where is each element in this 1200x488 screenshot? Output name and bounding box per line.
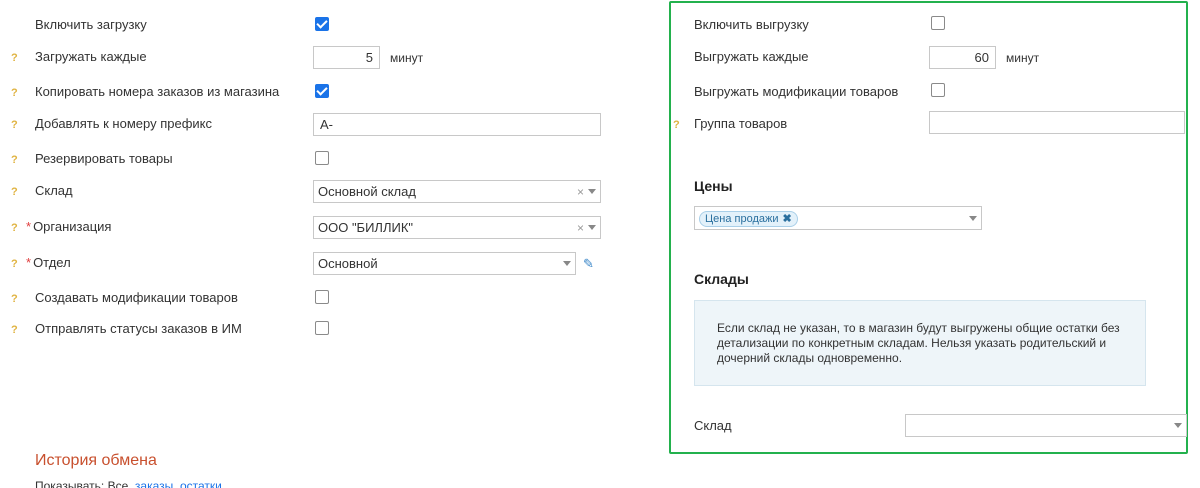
prefix-input[interactable]: А- — [313, 113, 601, 136]
copy-order-numbers-checkbox[interactable] — [315, 84, 329, 98]
chevron-down-icon[interactable] — [588, 225, 596, 230]
chevron-down-icon[interactable] — [563, 261, 571, 266]
create-mods-checkbox[interactable] — [315, 290, 329, 304]
create-mods-label: Создавать модификации товаров — [35, 290, 238, 305]
help-icon[interactable]: ? — [11, 324, 18, 336]
warehouses-info: Если склад не указан, то в магазин будут… — [694, 300, 1146, 386]
export-every-label: Выгружать каждые — [694, 49, 809, 64]
warehouses-title: Склады — [694, 271, 749, 287]
import-enable-label: Включить загрузку — [35, 17, 147, 32]
import-every-input[interactable]: 5 — [313, 46, 380, 69]
warehouse-select[interactable]: Основной склад × — [313, 180, 601, 203]
export-warehouse-label: Склад — [694, 418, 732, 433]
export-mods-checkbox[interactable] — [931, 83, 945, 97]
prices-select[interactable]: Цена продажи ✖ — [694, 206, 982, 230]
help-icon[interactable]: ? — [11, 222, 18, 234]
department-select-value: Основной — [318, 256, 378, 271]
export-every-unit: минут — [1006, 51, 1040, 65]
page: Включить загрузку ? Загружать каждые 5 м… — [0, 0, 1200, 488]
help-icon[interactable]: ? — [11, 186, 18, 198]
help-icon[interactable]: ? — [11, 154, 18, 166]
price-tag: Цена продажи ✖ — [699, 210, 798, 227]
organization-label: * Организация — [26, 219, 112, 234]
chevron-down-icon[interactable] — [588, 189, 596, 194]
chevron-down-icon[interactable] — [969, 215, 977, 221]
export-enable-checkbox[interactable] — [931, 16, 945, 30]
prices-select-tags: Цена продажи ✖ — [699, 210, 969, 227]
organization-select[interactable]: ООО "БИЛЛИК" × — [313, 216, 601, 239]
send-statuses-label: Отправлять статусы заказов в ИМ — [35, 321, 242, 336]
price-tag-label: Цена продажи — [705, 212, 779, 225]
clear-icon[interactable]: × — [577, 221, 584, 235]
prices-title: Цены — [694, 178, 733, 194]
chevron-down-icon[interactable] — [1174, 423, 1182, 428]
help-icon[interactable]: ? — [673, 119, 680, 131]
help-icon[interactable]: ? — [11, 258, 18, 270]
history-title: История обмена — [35, 452, 157, 469]
copy-order-numbers-label: Копировать номера заказов из магазина — [35, 84, 280, 99]
help-icon[interactable]: ? — [11, 87, 18, 99]
prefix-label: Добавлять к номеру префикс — [35, 116, 212, 131]
export-warehouse-select[interactable] — [905, 414, 1187, 437]
help-icon[interactable]: ? — [11, 293, 18, 305]
history-stock-link[interactable]: остатки — [180, 479, 222, 488]
remove-tag-icon[interactable]: ✖ — [783, 212, 792, 225]
reserve-goods-label: Резервировать товары — [35, 151, 173, 166]
clear-icon[interactable]: × — [577, 185, 584, 199]
organization-select-value: ООО "БИЛЛИК" — [318, 220, 414, 235]
history-all-link[interactable]: Все — [108, 479, 129, 488]
history-filter: Показывать: Все, заказы, остатки — [35, 479, 222, 488]
product-group-input[interactable] — [929, 111, 1185, 134]
required-mark: * — [26, 219, 32, 234]
product-group-label: Группа товаров — [694, 116, 788, 131]
export-every-input[interactable]: 60 — [929, 46, 996, 69]
help-icon[interactable]: ? — [11, 52, 18, 64]
reserve-goods-checkbox[interactable] — [315, 151, 329, 165]
send-statuses-checkbox[interactable] — [315, 321, 329, 335]
import-enable-checkbox[interactable] — [315, 17, 329, 31]
help-icon[interactable]: ? — [11, 119, 18, 131]
export-mods-label: Выгружать модификации товаров — [694, 84, 899, 99]
warehouse-label: Склад — [35, 183, 73, 198]
import-every-label: Загружать каждые — [35, 49, 147, 64]
export-enable-label: Включить выгрузку — [694, 17, 809, 32]
edit-pencil-icon[interactable]: ✎ — [583, 256, 594, 272]
history-orders-link[interactable]: заказы — [135, 479, 173, 488]
history-show-label: Показывать: — [35, 479, 105, 488]
required-mark: * — [26, 255, 32, 270]
department-select[interactable]: Основной — [313, 252, 576, 275]
department-label: * Отдел — [26, 255, 71, 270]
import-every-unit: минут — [390, 51, 424, 65]
warehouse-select-value: Основной склад — [318, 184, 416, 199]
